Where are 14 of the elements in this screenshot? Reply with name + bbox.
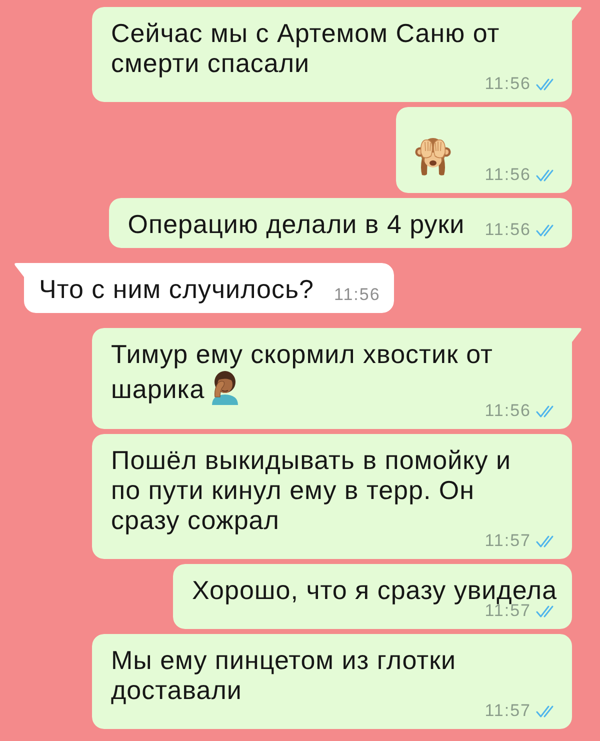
message-time: 11:57 — [484, 532, 531, 550]
message-text: Мы ему пинцетом из глотки доставали — [111, 645, 457, 705]
message-text: Тимур ему скормил хвостик от шарика — [111, 339, 494, 404]
message-text: Что с ним случилось? — [39, 274, 314, 304]
message-time: 11:56 — [334, 286, 380, 304]
message-text: Пошёл выкидывать в помойку и по пути кинул ему в терр. Он сразу сожрал — [111, 445, 512, 535]
message-text: Сейчас мы с Артемом Саню от смерти спасали — [111, 18, 500, 78]
message-time: 11:56 — [484, 166, 531, 184]
message-time: 11:57 — [484, 702, 531, 720]
message-text: Операцию делали в 4 руки — [128, 209, 465, 239]
message-time: 11:56 — [484, 221, 531, 239]
message-time: 11:56 — [484, 75, 531, 93]
message-time: 11:56 — [484, 402, 531, 420]
message-text: Хорошо, что я сразу увидела — [192, 575, 558, 605]
